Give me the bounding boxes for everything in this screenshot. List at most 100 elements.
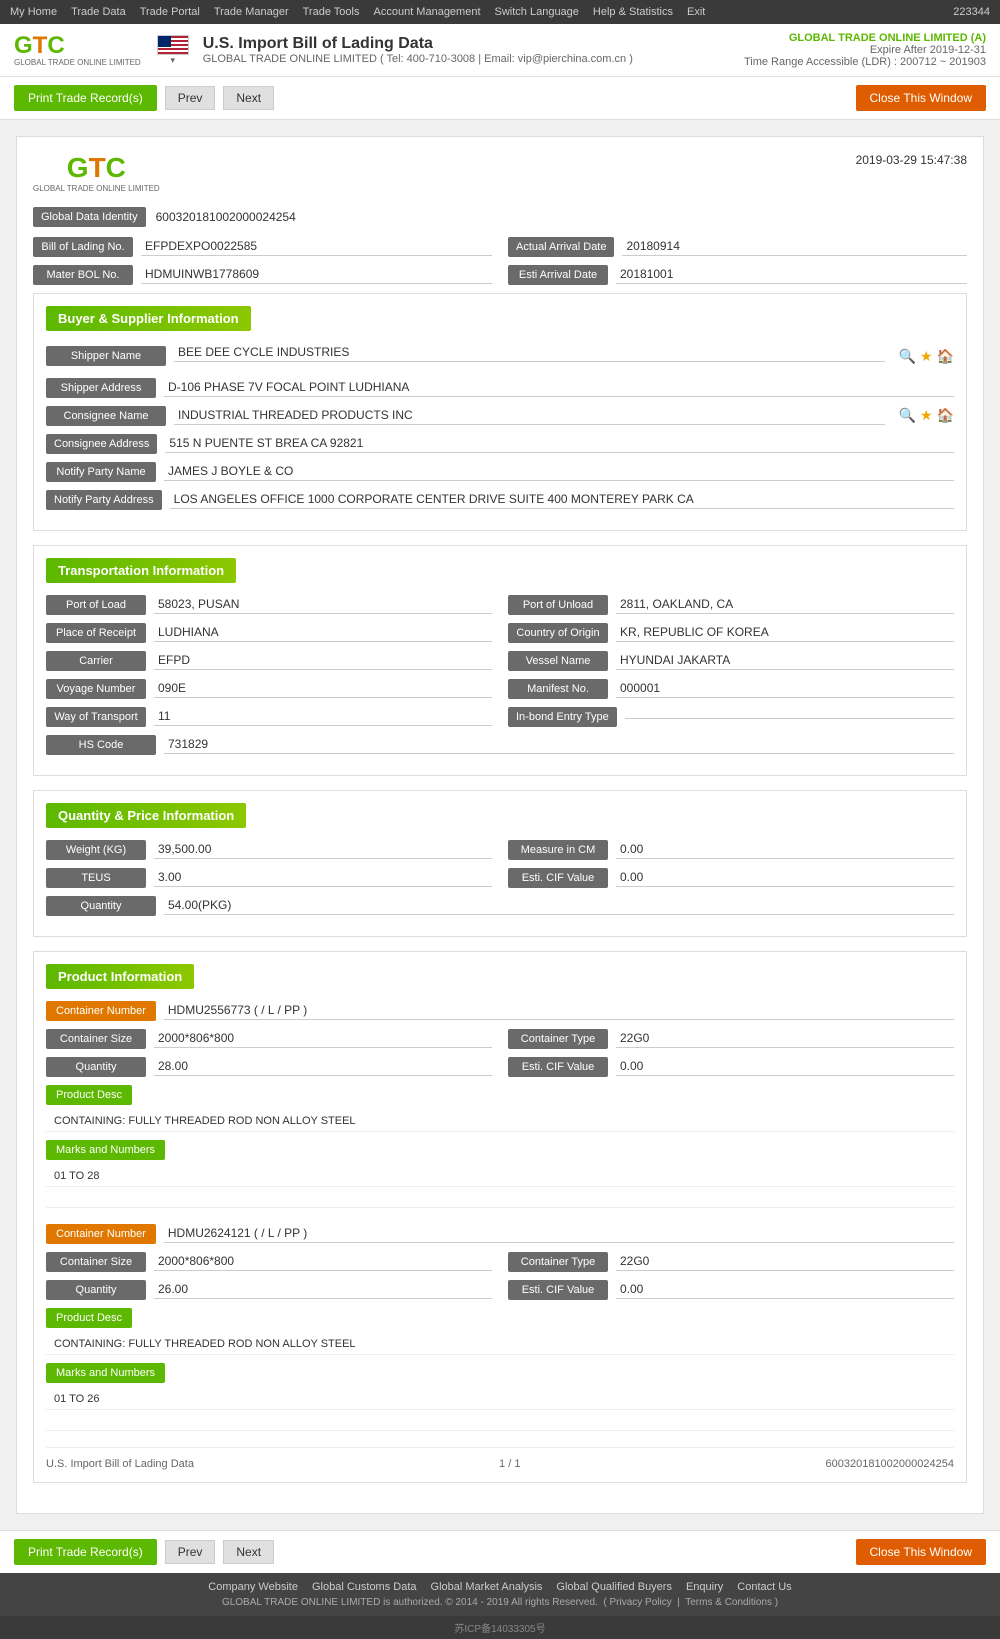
product-desc-value-1: CONTAINING: FULLY THREADED ROD NON ALLOY… xyxy=(46,1111,954,1132)
user-id: 223344 xyxy=(953,6,990,18)
consignee-name-label: Consignee Name xyxy=(46,406,166,426)
prev-button-bottom[interactable]: Prev xyxy=(165,1540,216,1564)
container-type-col-2: Container Type 22G0 xyxy=(508,1252,954,1272)
nav-exit[interactable]: Exit xyxy=(687,6,705,18)
prod-cif-label-2: Esti. CIF Value xyxy=(508,1280,608,1300)
qty-cif-row-1: Quantity 28.00 Esti. CIF Value 0.00 xyxy=(46,1057,954,1077)
shipper-address-value: D-106 PHASE 7V FOCAL POINT LUDHIANA xyxy=(164,378,954,397)
container-size-label-2: Container Size xyxy=(46,1252,146,1272)
marks-value-1: 01 TO 28 xyxy=(46,1166,954,1187)
prod-cif-value-1: 0.00 xyxy=(616,1057,954,1076)
nav-trade-tools[interactable]: Trade Tools xyxy=(303,6,360,18)
nav-trade-manager[interactable]: Trade Manager xyxy=(214,6,289,18)
product-desc-row-2: Product Desc CONTAINING: FULLY THREADED … xyxy=(46,1308,954,1355)
consignee-search-icon[interactable]: 🔍 xyxy=(899,407,916,424)
consignee-address-value: 515 N PUENTE ST BREA CA 92821 xyxy=(165,434,954,453)
prev-button-top[interactable]: Prev xyxy=(165,86,216,110)
prod-cif-value-2: 0.00 xyxy=(616,1280,954,1299)
qty-col-2: Quantity 26.00 xyxy=(46,1280,492,1300)
actual-arrival-label: Actual Arrival Date xyxy=(508,237,614,257)
record-card: GTC GLOBAL TRADE ONLINE LIMITED 2019-03-… xyxy=(16,136,984,1514)
footer-terms[interactable]: Terms & Conditions xyxy=(685,1597,772,1608)
consignee-name-row: Consignee Name INDUSTRIAL THREADED PRODU… xyxy=(46,406,954,426)
master-bol-col: Mater BOL No. HDMUINWB1778609 xyxy=(33,265,492,285)
product-desc-value-2: CONTAINING: FULLY THREADED ROD NON ALLOY… xyxy=(46,1334,954,1355)
vessel-name-col: Vessel Name HYUNDAI JAKARTA xyxy=(508,651,954,671)
country-origin-label: Country of Origin xyxy=(508,623,608,643)
footer-links: Company Website Global Customs Data Glob… xyxy=(14,1581,986,1593)
footer-link-company[interactable]: Company Website xyxy=(208,1581,298,1593)
close-button-bottom[interactable]: Close This Window xyxy=(856,1539,986,1565)
bol-col: Bill of Lading No. EFPDEXPO0022585 xyxy=(33,237,492,257)
weight-measure-row: Weight (KG) 39,500.00 Measure in CM 0.00 xyxy=(46,840,954,860)
footer-link-customs[interactable]: Global Customs Data xyxy=(312,1581,417,1593)
record-footer-right: 600320181002000024254 xyxy=(826,1458,954,1470)
container-block-2: Container Number HDMU2624121 ( / L / PP … xyxy=(46,1224,954,1431)
product-desc-row-1: Product Desc CONTAINING: FULLY THREADED … xyxy=(46,1085,954,1132)
transportation-header: Transportation Information xyxy=(46,558,236,583)
nav-switch-language[interactable]: Switch Language xyxy=(495,6,579,18)
inbond-label: In-bond Entry Type xyxy=(508,707,617,727)
next-button-top[interactable]: Next xyxy=(223,86,274,110)
footer-link-market[interactable]: Global Market Analysis xyxy=(431,1581,543,1593)
marks-row-2: Marks and Numbers 01 TO 26 xyxy=(46,1363,954,1410)
marks-label-1[interactable]: Marks and Numbers xyxy=(46,1140,165,1160)
shipper-star-icon[interactable]: ★ xyxy=(920,348,933,365)
nav-help-statistics[interactable]: Help & Statistics xyxy=(593,6,673,18)
header-right-info: GLOBAL TRADE ONLINE LIMITED (A) Expire A… xyxy=(744,32,986,68)
carrier-value: EFPD xyxy=(154,651,492,670)
shipper-icons: 🔍 ★ 🏠 xyxy=(899,348,954,365)
nav-trade-data[interactable]: Trade Data xyxy=(71,6,126,18)
container-size-type-row-2: Container Size 2000*806*800 Container Ty… xyxy=(46,1252,954,1272)
record-header: GTC GLOBAL TRADE ONLINE LIMITED 2019-03-… xyxy=(33,153,967,193)
main-content: GTC GLOBAL TRADE ONLINE LIMITED 2019-03-… xyxy=(0,120,1000,1530)
nav-my-home[interactable]: My Home xyxy=(10,6,57,18)
consignee-address-label: Consignee Address xyxy=(46,434,157,454)
footer-link-contact[interactable]: Contact Us xyxy=(737,1581,791,1593)
container-number-label-2: Container Number xyxy=(46,1224,156,1244)
qty-value-2: 26.00 xyxy=(154,1280,492,1299)
footer-link-buyers[interactable]: Global Qualified Buyers xyxy=(556,1581,672,1593)
product-desc-label-1[interactable]: Product Desc xyxy=(46,1085,132,1105)
footer-link-enquiry[interactable]: Enquiry xyxy=(686,1581,723,1593)
carrier-label: Carrier xyxy=(46,651,146,671)
consignee-star-icon[interactable]: ★ xyxy=(920,407,933,424)
measure-label: Measure in CM xyxy=(508,840,608,860)
shipper-address-label: Shipper Address xyxy=(46,378,156,398)
shipper-home-icon[interactable]: 🏠 xyxy=(937,348,954,365)
shipper-search-icon[interactable]: 🔍 xyxy=(899,348,916,365)
teus-cif-row: TEUS 3.00 Esti. CIF Value 0.00 xyxy=(46,868,954,888)
voyage-manifest-row: Voyage Number 090E Manifest No. 000001 xyxy=(46,679,954,699)
global-data-identity-label: Global Data Identity xyxy=(33,207,146,227)
header-subtitle: GLOBAL TRADE ONLINE LIMITED ( Tel: 400-7… xyxy=(203,53,744,65)
marks-row-1: Marks and Numbers 01 TO 28 xyxy=(46,1140,954,1187)
consignee-home-icon[interactable]: 🏠 xyxy=(937,407,954,424)
weight-value: 39,500.00 xyxy=(154,840,492,859)
prod-cif-label-1: Esti. CIF Value xyxy=(508,1057,608,1077)
next-button-bottom[interactable]: Next xyxy=(223,1540,274,1564)
master-bol-value: HDMUINWB1778609 xyxy=(141,265,492,284)
place-receipt-label: Place of Receipt xyxy=(46,623,146,643)
company-name: GLOBAL TRADE ONLINE LIMITED (A) xyxy=(744,32,986,44)
transport-inbond-row: Way of Transport 11 In-bond Entry Type xyxy=(46,707,954,727)
footer-privacy[interactable]: Privacy Policy xyxy=(609,1597,671,1608)
inbond-value xyxy=(625,714,954,719)
notify-party-address-value: LOS ANGELES OFFICE 1000 CORPORATE CENTER… xyxy=(170,490,954,509)
notify-party-address-row: Notify Party Address LOS ANGELES OFFICE … xyxy=(46,490,954,510)
container-number-row-1: Container Number HDMU2556773 ( / L / PP … xyxy=(46,1001,954,1021)
esti-arrival-col: Esti Arrival Date 20181001 xyxy=(508,265,967,285)
close-button-top[interactable]: Close This Window xyxy=(856,85,986,111)
nav-trade-portal[interactable]: Trade Portal xyxy=(140,6,200,18)
nav-account-management[interactable]: Account Management xyxy=(374,6,481,18)
product-information-header: Product Information xyxy=(46,964,194,989)
footer-copyright: GLOBAL TRADE ONLINE LIMITED is authorize… xyxy=(14,1597,986,1608)
manifest-label: Manifest No. xyxy=(508,679,608,699)
footer: Company Website Global Customs Data Glob… xyxy=(0,1573,1000,1616)
print-button-bottom[interactable]: Print Trade Record(s) xyxy=(14,1539,157,1565)
shipper-name-row: Shipper Name BEE DEE CYCLE INDUSTRIES 🔍 … xyxy=(46,343,954,370)
teus-col: TEUS 3.00 xyxy=(46,868,492,888)
marks-value-2: 01 TO 26 xyxy=(46,1389,954,1410)
marks-label-2[interactable]: Marks and Numbers xyxy=(46,1363,165,1383)
product-desc-label-2[interactable]: Product Desc xyxy=(46,1308,132,1328)
print-button-top[interactable]: Print Trade Record(s) xyxy=(14,85,157,111)
